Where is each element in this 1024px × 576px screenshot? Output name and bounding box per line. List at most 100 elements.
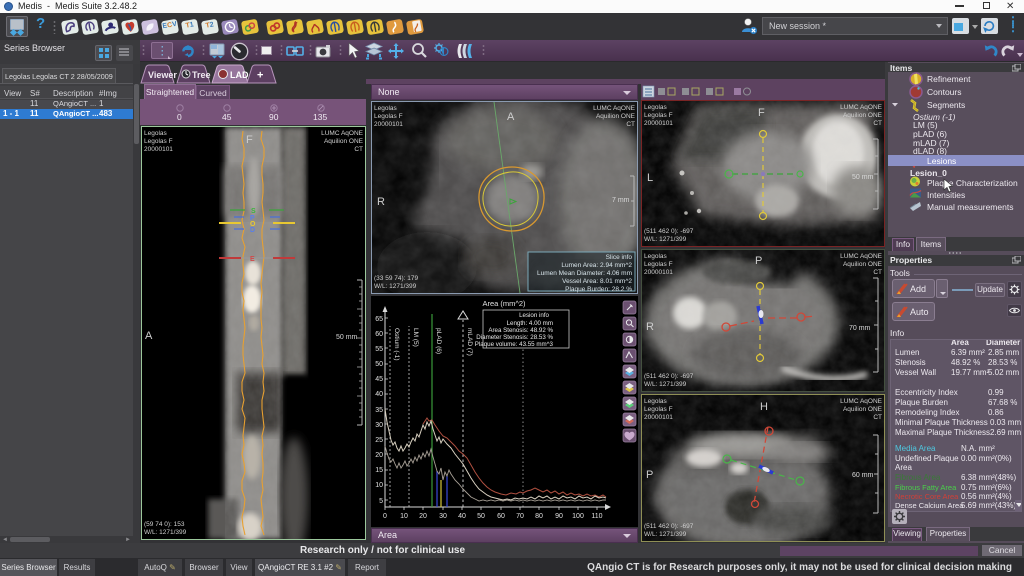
svg-text:30: 30: [439, 513, 447, 520]
svg-text:F: F: [246, 134, 253, 146]
svg-text:40: 40: [375, 391, 383, 398]
svg-text:P: P: [755, 255, 762, 267]
svg-text:(59 74 0): 153: (59 74 0): 153: [144, 521, 185, 528]
svg-text:0: 0: [177, 112, 182, 122]
svg-text:50 mm: 50 mm: [852, 174, 874, 181]
svg-text:60 mm: 60 mm: [852, 472, 874, 479]
svg-text:mLAD (7): mLAD (7): [466, 328, 473, 356]
svg-text:35: 35: [375, 407, 383, 414]
svg-text:65: 65: [375, 316, 383, 323]
svg-text:Viewer: Viewer: [148, 70, 177, 80]
svg-text:110: 110: [591, 513, 602, 520]
svg-text:W/L: 1271/399: W/L: 1271/399: [374, 283, 417, 290]
svg-text:W/L: 1271/399: W/L: 1271/399: [644, 531, 687, 538]
svg-text:Plaque volume: 43.55 mm^3: Plaque volume: 43.55 mm^3: [475, 341, 554, 348]
svg-text:Aquilion ONE: Aquilion ONE: [843, 261, 883, 268]
svg-text:55: 55: [375, 346, 383, 353]
svg-text:Legolas: Legolas: [644, 253, 668, 260]
svg-text:Area (mm^2): Area (mm^2): [482, 299, 526, 308]
svg-text:10: 10: [375, 482, 383, 489]
svg-text:5: 5: [379, 498, 383, 505]
svg-text:R: R: [377, 196, 385, 208]
svg-text:100: 100: [572, 513, 584, 520]
svg-text:60: 60: [375, 331, 383, 338]
svg-text:40: 40: [458, 513, 466, 520]
svg-text:Lumen Area: 2.94 mm^2: Lumen Area: 2.94 mm^2: [561, 262, 632, 269]
svg-text:CT: CT: [873, 120, 882, 127]
svg-text:Legolas F: Legolas F: [644, 261, 673, 268]
svg-text:25: 25: [375, 437, 383, 444]
svg-text:Slice info: Slice info: [606, 254, 633, 261]
svg-text:Aquilion ONE: Aquilion ONE: [324, 138, 364, 145]
svg-text:F: F: [758, 107, 765, 119]
svg-text:Legolas: Legolas: [644, 398, 668, 405]
svg-text:P: P: [646, 469, 653, 481]
svg-text:(511 462 0): -697: (511 462 0): -697: [644, 523, 694, 530]
svg-text:Aquilion ONE: Aquilion ONE: [596, 113, 636, 120]
svg-text:135: 135: [313, 112, 327, 122]
svg-text:50: 50: [477, 513, 485, 520]
svg-text:LAD: LAD: [230, 70, 249, 80]
svg-text:45: 45: [375, 376, 383, 383]
svg-text:A: A: [507, 111, 515, 123]
svg-text:S: S: [251, 208, 256, 215]
svg-text:10: 10: [400, 513, 408, 520]
svg-text:Legolas F: Legolas F: [374, 113, 403, 120]
svg-text:90: 90: [269, 112, 279, 122]
svg-text:D: D: [250, 227, 255, 234]
svg-text:Length: 4.00 mm: Length: 4.00 mm: [507, 320, 553, 327]
svg-text:CT: CT: [873, 414, 882, 421]
svg-text:L: L: [647, 172, 653, 184]
svg-text:W/L: 1271/399: W/L: 1271/399: [144, 529, 187, 536]
svg-text:Plaque Burden: 28.2 %: Plaque Burden: 28.2 %: [565, 286, 632, 293]
svg-text:20000101: 20000101: [644, 414, 673, 421]
svg-text:20000101: 20000101: [374, 121, 403, 128]
svg-text:LUMC AqONE: LUMC AqONE: [840, 104, 883, 111]
svg-text:(511 462 0): -697: (511 462 0): -697: [644, 373, 694, 380]
svg-text:LUMC AqONE: LUMC AqONE: [321, 130, 364, 137]
svg-text:Legolas F: Legolas F: [644, 112, 673, 119]
svg-text:45: 45: [222, 112, 232, 122]
svg-text:90: 90: [555, 513, 563, 520]
svg-text:20000101: 20000101: [144, 146, 173, 153]
svg-text:20: 20: [419, 513, 427, 520]
svg-text:Aquilion ONE: Aquilion ONE: [843, 112, 883, 119]
svg-text:A: A: [145, 330, 153, 342]
svg-text:70 mm: 70 mm: [849, 325, 871, 332]
svg-text:50: 50: [375, 361, 383, 368]
svg-text:Legolas: Legolas: [644, 104, 668, 111]
svg-text:20000101: 20000101: [644, 269, 673, 276]
svg-text:Legolas: Legolas: [144, 130, 168, 137]
svg-text:30: 30: [375, 422, 383, 429]
svg-text:0: 0: [383, 513, 387, 520]
svg-text:Vessel Area: 8.01 mm^2: Vessel Area: 8.01 mm^2: [562, 278, 632, 285]
svg-text:20: 20: [375, 452, 383, 459]
svg-text:LUMC AqONE: LUMC AqONE: [840, 253, 883, 260]
svg-text:H: H: [760, 401, 768, 413]
svg-text:Area Stenosis: 48.92 %: Area Stenosis: 48.92 %: [488, 327, 553, 334]
svg-text:7 mm: 7 mm: [612, 197, 630, 204]
svg-text:CT: CT: [354, 146, 363, 153]
svg-text:+: +: [257, 70, 263, 82]
svg-text:Legolas: Legolas: [374, 105, 398, 112]
svg-text:Lesion info: Lesion info: [519, 312, 549, 319]
svg-text:Lumen Mean Diameter: 4.06 mm: Lumen Mean Diameter: 4.06 mm: [537, 270, 632, 277]
svg-text:W/L: 1271/399: W/L: 1271/399: [644, 381, 687, 388]
svg-text:E: E: [250, 256, 255, 263]
svg-text:20000101: 20000101: [644, 120, 673, 127]
svg-text:(33 59 74): 179: (33 59 74): 179: [374, 275, 418, 282]
svg-text:70: 70: [516, 513, 524, 520]
svg-text:Tree: Tree: [192, 70, 211, 80]
svg-text:15: 15: [375, 467, 383, 474]
svg-text:CT: CT: [626, 121, 635, 128]
svg-text:R: R: [646, 321, 654, 333]
svg-text:CT: CT: [873, 269, 882, 276]
svg-text:Diameter Stenosis: 28.53 %: Diameter Stenosis: 28.53 %: [476, 334, 553, 341]
svg-text:Aquilion ONE: Aquilion ONE: [843, 406, 883, 413]
svg-text:LUMC AqONE: LUMC AqONE: [593, 105, 636, 112]
svg-text:LUMC AqONE: LUMC AqONE: [840, 398, 883, 405]
svg-text:Legolas F: Legolas F: [144, 138, 173, 145]
svg-text:60: 60: [497, 513, 505, 520]
svg-text:LM (5): LM (5): [412, 328, 419, 347]
svg-text:Legolas F: Legolas F: [644, 406, 673, 413]
